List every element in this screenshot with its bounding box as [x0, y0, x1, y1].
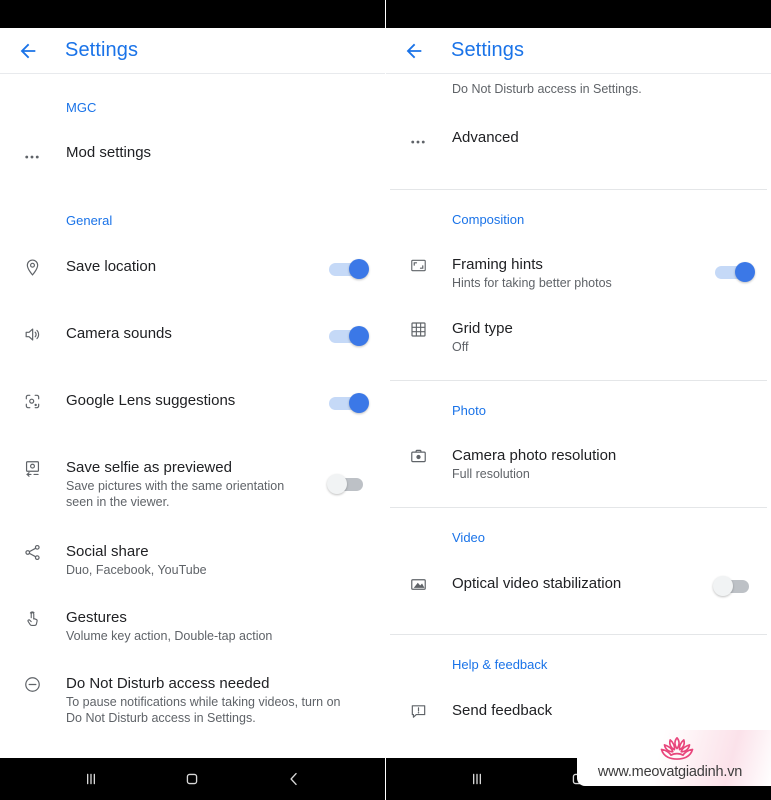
recents-bars-icon[interactable]: [457, 759, 497, 799]
watermark-overlay: www.meovatgiadinh.vn: [577, 730, 771, 786]
toggle-framing-hints[interactable]: [713, 262, 757, 282]
row-grid-type[interactable]: Grid type Off: [386, 319, 771, 355]
row-title: Google Lens suggestions: [66, 392, 236, 409]
row-title: Gestures: [66, 609, 127, 626]
row-title: Camera sounds: [66, 325, 172, 342]
left-phone-panel: Settings MGC Mod settings General Save l…: [0, 0, 385, 800]
gesture-tap-icon: [18, 608, 46, 628]
row-subtitle: Duo, Facebook, YouTube: [66, 563, 207, 577]
more-horiz-icon: [404, 128, 432, 151]
row-title: Camera photo resolution: [452, 447, 617, 464]
row-social-share[interactable]: Social share Duo, Facebook, YouTube: [0, 542, 385, 578]
row-advanced-right[interactable]: Advanced: [386, 128, 771, 158]
row-save-location[interactable]: Save location: [0, 257, 385, 287]
toggle-optical-video-stabilization[interactable]: [713, 576, 757, 596]
watermark-url: www.meovatgiadinh.vn: [597, 764, 743, 780]
row-subtitle: Save pictures with the same orientation s…: [66, 479, 285, 509]
row-subtitle: To pause notifications while taking vide…: [66, 695, 341, 725]
do-not-disturb-icon: [18, 674, 46, 694]
app-bar-right: Settings: [386, 28, 771, 74]
row-google-lens-suggestions[interactable]: Google Lens suggestions: [0, 391, 385, 421]
row-title: Save selfie as previewed: [66, 459, 232, 476]
row-title: Mod settings: [66, 144, 152, 161]
row-title: Do Not Disturb access needed: [66, 675, 270, 692]
row-title: Grid type: [452, 320, 513, 337]
row-mod-settings[interactable]: Mod settings: [0, 143, 385, 173]
row-title: Send feedback: [452, 702, 553, 719]
toggle-google-lens-suggestions[interactable]: [327, 393, 371, 413]
row-title: Advanced: [452, 129, 519, 146]
feedback-icon: [404, 701, 432, 721]
row-gestures[interactable]: Gestures Volume key action, Double-tap a…: [0, 608, 385, 644]
section-header-composition: Composition: [452, 212, 525, 227]
section-header-general: General: [66, 213, 113, 228]
section-header-help-feedback: Help & feedback: [452, 657, 548, 672]
recents-bars-icon[interactable]: [71, 759, 111, 799]
row-title: Social share: [66, 543, 149, 560]
toggle-camera-sounds[interactable]: [327, 326, 371, 346]
lens-icon: [18, 391, 46, 411]
section-header-photo: Photo: [452, 403, 486, 418]
row-subtitle: Off: [452, 340, 469, 354]
more-horiz-icon: [18, 143, 46, 166]
page-title: Settings: [451, 39, 525, 61]
section-header-video: Video: [452, 530, 486, 545]
back-arrow-icon[interactable]: [16, 39, 40, 63]
settings-list-left[interactable]: MGC Mod settings General Save location C…: [0, 74, 385, 758]
row-title: Framing hints: [452, 256, 543, 273]
row-camera-photo-resolution[interactable]: Camera photo resolution Full resolution: [386, 446, 771, 482]
volume-up-icon: [18, 324, 46, 344]
home-square-icon[interactable]: [172, 759, 212, 799]
right-phone-panel: Settings Do Not Disturb access in Settin…: [386, 0, 771, 800]
row-camera-sounds[interactable]: Camera sounds: [0, 324, 385, 354]
location-pin-icon: [18, 257, 46, 277]
app-bar-left: Settings: [0, 28, 385, 74]
share-icon: [18, 542, 46, 562]
toggle-save-selfie-as-previewed[interactable]: [327, 474, 371, 494]
back-chevron-icon[interactable]: [274, 759, 314, 799]
toggle-save-location[interactable]: [327, 259, 371, 279]
row-optical-video-stabilization[interactable]: Optical video stabilization: [386, 574, 771, 604]
row-subtitle: Full resolution: [452, 467, 530, 481]
grid-icon: [404, 319, 432, 339]
status-bar-right: [386, 0, 771, 28]
row-save-selfie-as-previewed[interactable]: Save selfie as previewed Save pictures w…: [0, 458, 385, 510]
lotus-flower-icon: [655, 733, 699, 768]
page-title: Settings: [65, 39, 139, 61]
row-subtitle: Hints for taking better photos: [452, 276, 612, 290]
selfie-flip-icon: [18, 458, 46, 478]
video-stabilization-icon: [404, 574, 432, 594]
status-bar-left: [0, 0, 385, 28]
row-framing-hints[interactable]: Framing hints Hints for taking better ph…: [386, 255, 771, 291]
section-header-mgc: MGC: [66, 100, 97, 115]
row-title: Optical video stabilization: [452, 575, 622, 592]
camera-icon: [404, 446, 432, 466]
row-title: Save location: [66, 258, 157, 275]
back-arrow-icon[interactable]: [402, 39, 426, 63]
dual-screenshot-container: Settings MGC Mod settings General Save l…: [0, 0, 771, 800]
framing-hints-icon: [404, 255, 432, 275]
row-partial-dnd-text: Do Not Disturb access in Settings.: [386, 80, 771, 97]
row-do-not-disturb-access-needed[interactable]: Do Not Disturb access needed To pause no…: [0, 674, 385, 726]
android-nav-bar-left: [0, 758, 385, 800]
row-send-feedback[interactable]: Send feedback: [386, 701, 771, 731]
partial-subtitle-text: Do Not Disturb access in Settings.: [452, 82, 642, 96]
settings-list-right[interactable]: Do Not Disturb access in Settings. Advan…: [386, 74, 771, 758]
row-subtitle: Volume key action, Double-tap action: [66, 629, 273, 643]
